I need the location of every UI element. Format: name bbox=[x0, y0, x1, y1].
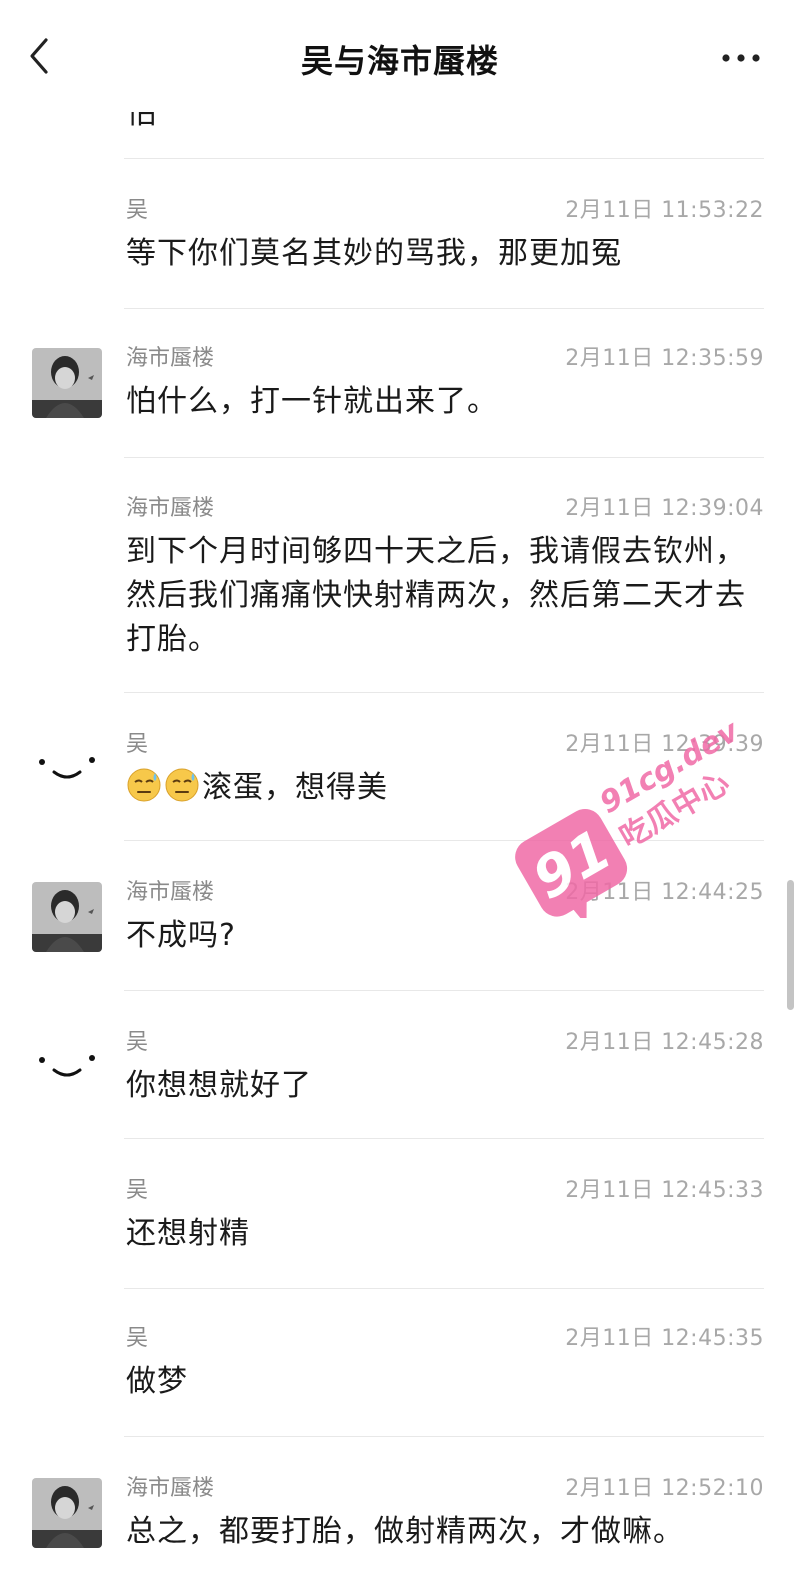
message-timestamp: 2月11日 12:39:39 bbox=[565, 732, 764, 757]
message-timestamp: 2月11日 12:44:25 bbox=[565, 880, 764, 905]
more-options-icon[interactable] bbox=[720, 50, 762, 66]
sender-name: 吴 bbox=[126, 1326, 149, 1351]
avatar-photo bbox=[32, 1478, 102, 1548]
divider bbox=[124, 1138, 764, 1139]
message-text: 你想想就好了 bbox=[126, 1068, 312, 1103]
message-text-container: 滚蛋，想得美 bbox=[126, 766, 746, 810]
divider bbox=[124, 990, 764, 991]
avatar-photo bbox=[32, 348, 102, 418]
sender-name: 吴 bbox=[126, 198, 149, 223]
message-timestamp: 2月11日 12:45:35 bbox=[565, 1326, 764, 1351]
divider bbox=[124, 692, 764, 693]
message-text: 滚蛋，想得美 bbox=[202, 770, 388, 805]
divider bbox=[124, 158, 764, 159]
divider bbox=[124, 457, 764, 458]
message-timestamp: 2月11日 12:45:33 bbox=[565, 1178, 764, 1203]
sender-name: 吴 bbox=[126, 1178, 149, 1203]
divider bbox=[124, 840, 764, 841]
message-timestamp: 2月11日 12:35:59 bbox=[565, 346, 764, 371]
message-text: 做梦 bbox=[126, 1364, 188, 1399]
chat-title: 吴与海市蜃楼 bbox=[300, 42, 499, 80]
avatar[interactable] bbox=[32, 882, 102, 952]
sender-name: 吴 bbox=[126, 732, 149, 757]
cold-sweat-emoji-icon bbox=[127, 768, 161, 802]
message-text: 等下你们莫名其妙的骂我，那更加冤 bbox=[126, 236, 622, 271]
avatar[interactable] bbox=[32, 1032, 102, 1102]
smiley-avatar bbox=[32, 1032, 102, 1102]
message-timestamp: 2月11日 12:45:28 bbox=[565, 1030, 764, 1055]
scrollbar[interactable] bbox=[787, 880, 794, 1010]
message-timestamp: 2月11日 12:52:10 bbox=[565, 1476, 764, 1501]
avatar[interactable] bbox=[32, 348, 102, 418]
message-text: 到下个月时间够四十天之后，我请假去钦州，然后我们痛痛快快射精两次，然后第二天才去… bbox=[126, 534, 746, 657]
sender-name: 吴 bbox=[126, 1030, 149, 1055]
sender-name: 海市蜃楼 bbox=[126, 346, 215, 371]
message-text: 还想射精 bbox=[126, 1216, 250, 1251]
message-timestamp: 2月11日 11:53:22 bbox=[565, 198, 764, 223]
message-text: 总之，都要打胎，做射精两次，才做嘛。 bbox=[126, 1514, 684, 1549]
avatar[interactable] bbox=[32, 1478, 102, 1548]
message-text: 不成吗? bbox=[126, 918, 236, 953]
sender-name: 海市蜃楼 bbox=[126, 880, 215, 905]
divider bbox=[124, 1436, 764, 1437]
sender-name: 海市蜃楼 bbox=[126, 496, 215, 521]
cold-sweat-emoji-icon bbox=[165, 768, 199, 802]
smiley-avatar bbox=[32, 734, 102, 804]
sender-name: 海市蜃楼 bbox=[126, 1476, 215, 1501]
message-timestamp: 2月11日 12:39:04 bbox=[565, 496, 764, 521]
avatar-photo bbox=[32, 882, 102, 952]
top-bar: 吴与海市蜃楼 bbox=[0, 0, 800, 112]
message-text: 怕什么，打一针就出来了。 bbox=[126, 384, 498, 419]
avatar[interactable] bbox=[32, 734, 102, 804]
divider bbox=[124, 1288, 764, 1289]
divider bbox=[124, 308, 764, 309]
